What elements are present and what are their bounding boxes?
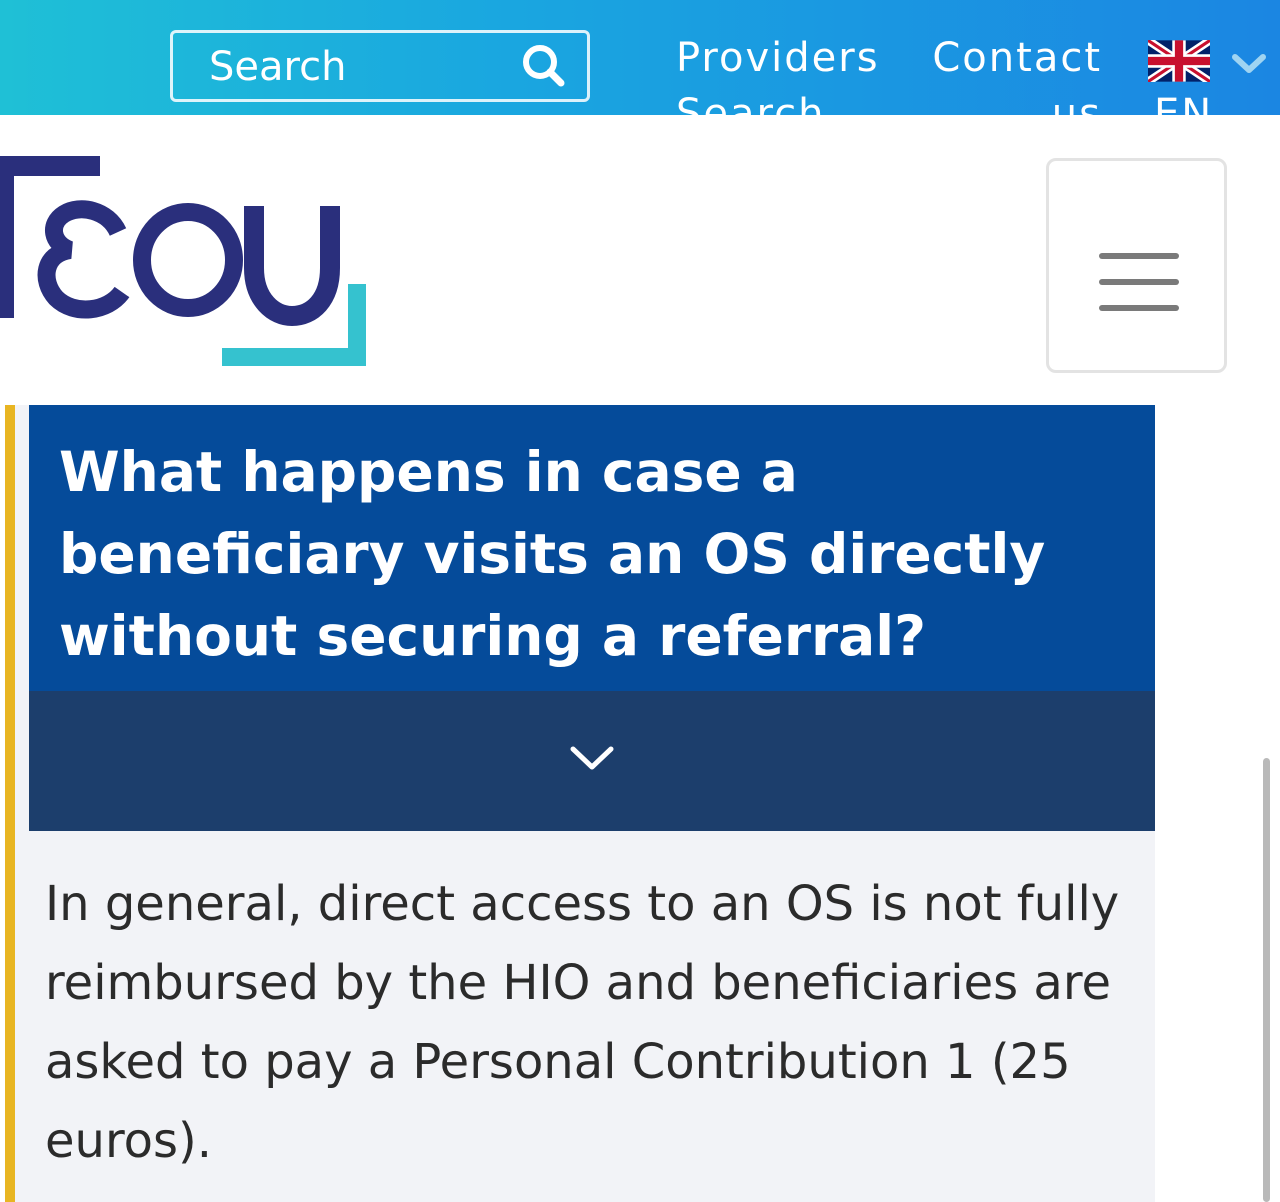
faq-item: What happens in case a beneficiary visit… — [5, 405, 1155, 1202]
search-input[interactable] — [209, 41, 509, 93]
faq-question-text: What happens in case a beneficiary visit… — [59, 440, 1046, 668]
language-selector[interactable]: EN — [1145, 36, 1276, 115]
uk-flag-icon — [1145, 36, 1213, 86]
scrollbar-thumb[interactable] — [1263, 758, 1270, 1202]
faq-answer-text: In general, direct access to an OS is no… — [45, 876, 1120, 1169]
chevron-down-icon[interactable] — [1230, 48, 1268, 78]
nav-link-contact-us[interactable]: Contact us — [932, 30, 1102, 115]
nav-link-providers-search[interactable]: Providers Search — [676, 30, 896, 115]
search-box[interactable] — [170, 30, 590, 102]
top-bar: Providers Search Contact us EN — [0, 0, 1280, 115]
search-icon[interactable] — [519, 41, 569, 91]
chevron-down-icon — [569, 741, 615, 775]
faq-toggle-button[interactable] — [29, 691, 1155, 831]
language-label: EN — [1154, 91, 1214, 115]
gesy-logo[interactable] — [0, 150, 380, 375]
menu-button[interactable] — [1046, 158, 1227, 373]
faq-question-header[interactable]: What happens in case a beneficiary visit… — [29, 405, 1155, 691]
